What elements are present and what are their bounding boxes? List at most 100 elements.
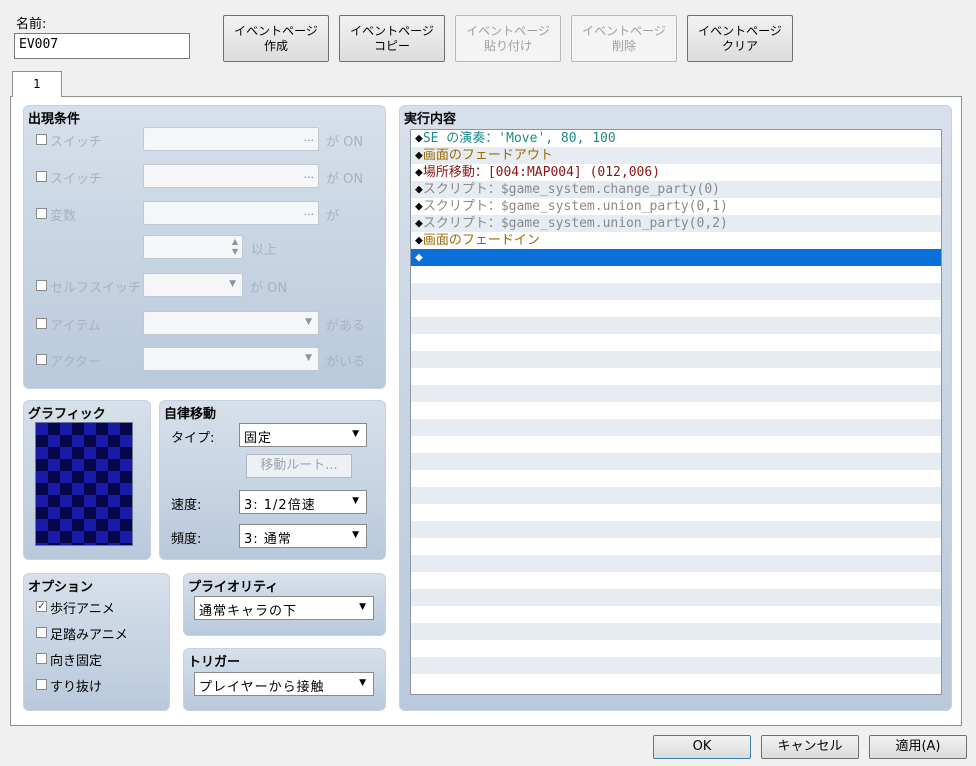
trigger-value: プレイヤーから接触 — [199, 680, 325, 695]
empty-row[interactable] — [411, 521, 941, 538]
switch2-field[interactable]: ... — [143, 164, 319, 188]
create-page-button[interactable]: イベントページ 作成 — [223, 15, 329, 62]
options-title: オプション — [28, 580, 94, 595]
apply-button[interactable]: 適用(A) — [869, 735, 967, 759]
delete-page-button[interactable]: イベントページ 削除 — [571, 15, 677, 62]
empty-row[interactable] — [411, 300, 941, 317]
item-label: アイテム — [50, 319, 101, 334]
commands-group: 実行内容 ◆SE の演奏：'Move', 80, 100 ◆画面のフェードアウト ◆… — [399, 105, 952, 711]
priority-group: プライオリティ 通常キャラの下 ▼ — [183, 573, 386, 636]
command-row[interactable]: ◆SE の演奏：'Move', 80, 100 — [411, 130, 941, 147]
direction-fix-checkbox[interactable] — [36, 653, 47, 664]
empty-row[interactable] — [411, 589, 941, 606]
switch1-checkbox[interactable] — [36, 134, 47, 145]
empty-row[interactable] — [411, 317, 941, 334]
walk-anime-label: 歩行アニメ — [50, 602, 115, 617]
empty-row[interactable] — [411, 606, 941, 623]
empty-row[interactable] — [411, 402, 941, 419]
empty-row[interactable] — [411, 504, 941, 521]
chevron-down-icon: ▼ — [305, 317, 312, 327]
chevron-down-icon: ▼ — [305, 353, 312, 363]
priority-value: 通常キャラの下 — [199, 604, 298, 619]
switch2-checkbox[interactable] — [36, 171, 47, 182]
actor-checkbox[interactable] — [36, 354, 47, 365]
empty-row[interactable] — [411, 436, 941, 453]
priority-select[interactable]: 通常キャラの下 ▼ — [194, 596, 374, 620]
empty-row[interactable] — [411, 470, 941, 487]
actor-select[interactable]: ▼ — [143, 347, 319, 371]
empty-row[interactable] — [411, 453, 941, 470]
movement-type-value: 固定 — [244, 431, 273, 446]
item-select[interactable]: ▼ — [143, 311, 319, 335]
priority-title: プライオリティ — [188, 580, 279, 595]
speed-label: 速度: — [171, 498, 202, 513]
self-switch-select[interactable]: ▼ — [143, 273, 243, 297]
empty-row[interactable] — [411, 419, 941, 436]
command-row[interactable]: ◆画面のフェードアウト — [411, 147, 941, 164]
self-switch-checkbox[interactable] — [36, 280, 47, 291]
command-text: 画面のフェードアウト — [422, 148, 553, 163]
paste-page-button[interactable]: イベントページ 貼り付け — [455, 15, 561, 62]
actor-label: アクター — [50, 355, 101, 370]
diamond-icon: ◆ — [415, 250, 423, 265]
tab-page-1[interactable]: 1 — [12, 71, 62, 97]
command-row[interactable]: ◆スクリプト：$game_system.union_party(0,2) — [411, 215, 941, 232]
empty-row[interactable] — [411, 674, 941, 691]
empty-row[interactable] — [411, 572, 941, 589]
trigger-select[interactable]: プレイヤーから接触 ▼ — [194, 672, 374, 696]
empty-row[interactable] — [411, 351, 941, 368]
name-input[interactable]: EV007 — [14, 33, 190, 59]
ok-button[interactable]: OK — [653, 735, 751, 759]
command-row[interactable]: ◆場所移動：[004:MAP004] (012,006) — [411, 164, 941, 181]
item-checkbox[interactable] — [36, 318, 47, 329]
movement-type-select[interactable]: 固定 ▼ — [239, 423, 367, 447]
tab-panel: 出現条件 スイッチ ... が ON スイッチ ... が ON 変数 ... … — [10, 96, 962, 726]
walk-anime-checkbox[interactable]: ✓ — [36, 601, 47, 612]
empty-row[interactable] — [411, 640, 941, 657]
command-row[interactable]: ◆スクリプト：$game_system.change_party(0) — [411, 181, 941, 198]
chevron-down-icon: ▼ — [352, 530, 360, 540]
command-row[interactable]: ◆画面のフェードイン — [411, 232, 941, 249]
variable-dots: ... — [303, 205, 315, 218]
variable-field[interactable]: ... — [143, 201, 319, 225]
command-row[interactable]: ◆スクリプト：$game_system.union_party(0,1) — [411, 198, 941, 215]
empty-row[interactable] — [411, 538, 941, 555]
empty-row[interactable] — [411, 555, 941, 572]
switch2-dots: ... — [303, 168, 315, 181]
step-anime-checkbox[interactable] — [36, 627, 47, 638]
frequency-select[interactable]: 3: 通常 ▼ — [239, 524, 367, 548]
cancel-button[interactable]: キャンセル — [761, 735, 859, 759]
empty-row[interactable] — [411, 334, 941, 351]
trigger-group: トリガー プレイヤーから接触 ▼ — [183, 648, 386, 711]
diamond-icon: ◆ — [415, 182, 423, 197]
chevron-down-icon: ▼ — [352, 429, 360, 439]
graphic-preview[interactable] — [35, 422, 133, 546]
variable-value-stepper[interactable]: ▲ ▼ — [143, 235, 243, 259]
move-route-button[interactable]: 移動ルート... — [246, 454, 352, 478]
switch2-suffix: が ON — [326, 172, 364, 187]
empty-row[interactable] — [411, 266, 941, 283]
speed-select[interactable]: 3: 1/2倍速 ▼ — [239, 490, 367, 514]
self-switch-label: セルフスイッチ — [50, 281, 142, 296]
command-row[interactable]: ◆ — [411, 249, 941, 266]
copy-page-button[interactable]: イベントページ コピー — [339, 15, 445, 62]
through-checkbox[interactable] — [36, 679, 47, 690]
diamond-icon: ◆ — [415, 216, 423, 231]
commands-title: 実行内容 — [404, 112, 457, 127]
empty-row[interactable] — [411, 283, 941, 300]
empty-row[interactable] — [411, 623, 941, 640]
empty-row[interactable] — [411, 657, 941, 674]
empty-row[interactable] — [411, 385, 941, 402]
graphic-title: グラフィック — [28, 407, 106, 422]
switch1-field[interactable]: ... — [143, 127, 319, 151]
empty-row[interactable] — [411, 487, 941, 504]
diamond-icon: ◆ — [415, 131, 423, 146]
chevron-down-icon: ▼ — [352, 496, 360, 506]
frequency-label: 頻度: — [171, 532, 202, 547]
clear-page-button[interactable]: イベントページ クリア — [687, 15, 793, 62]
command-list[interactable]: ◆SE の演奏：'Move', 80, 100 ◆画面のフェードアウト ◆場所移動：… — [410, 129, 942, 695]
variable-checkbox[interactable] — [36, 208, 47, 219]
empty-row[interactable] — [411, 368, 941, 385]
switch1-dots: ... — [303, 131, 315, 144]
command-text: スクリプト：$game_system.union_party(0,2) — [422, 216, 728, 231]
